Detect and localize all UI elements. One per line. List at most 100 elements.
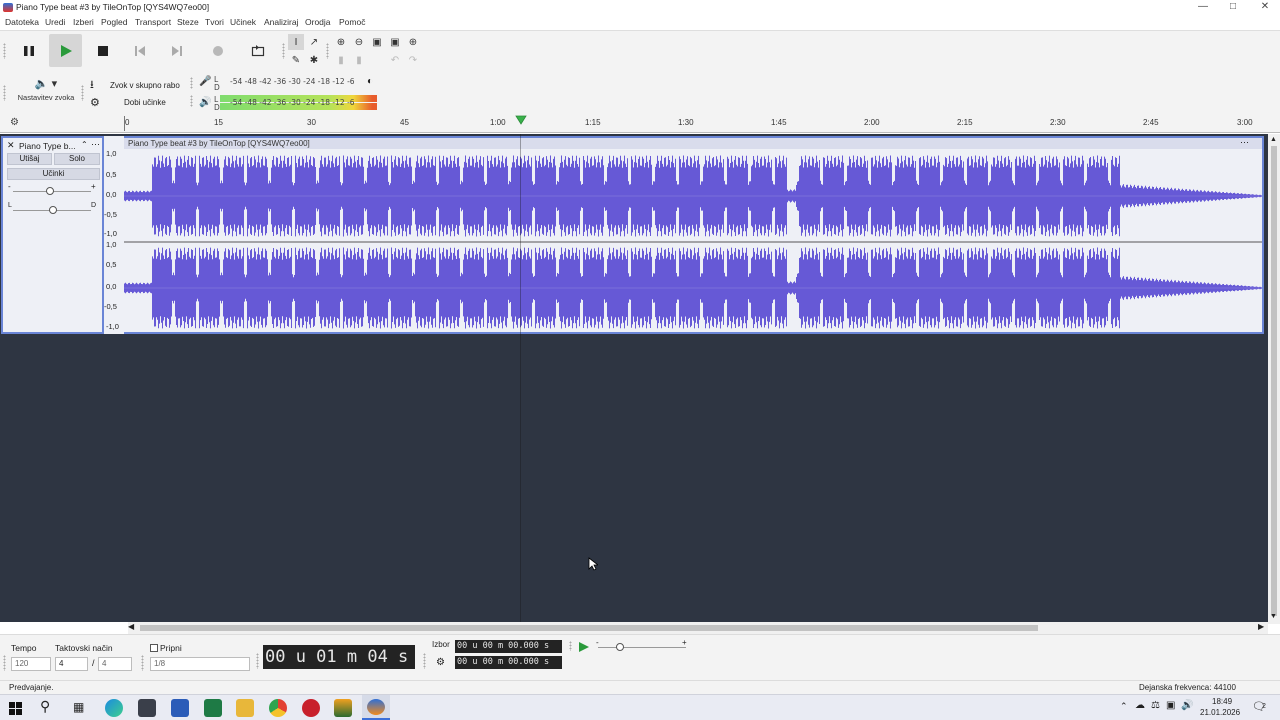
fit-project-button[interactable]: ▣ [387, 34, 403, 50]
effects-button[interactable]: Učinki [7, 168, 100, 180]
tray-chevron-icon[interactable]: ⌃ [1120, 701, 1128, 712]
meter-denominator-select[interactable]: 4 [98, 657, 132, 671]
task-view-icon[interactable]: ▦ [73, 700, 84, 714]
toolbar-grip[interactable] [423, 653, 426, 669]
gear-icon[interactable]: ⚙ [10, 117, 19, 128]
track-menu-icon[interactable]: ⋯ [91, 139, 100, 150]
audio-setup-button[interactable]: 🔈 ▾ Nastavitev zvoka [11, 77, 81, 111]
clock-time[interactable]: 18:49 [1212, 697, 1232, 706]
record-meter-scale[interactable]: -54 -48 -42 -36 -30 -24 -18 -12 -6 [230, 77, 355, 86]
play-at-speed-icon[interactable] [578, 641, 590, 653]
zoom-in-button[interactable]: ⊕ [333, 34, 349, 50]
pause-button[interactable] [12, 34, 45, 67]
silence-button[interactable]: ▮ [351, 52, 367, 68]
close-button[interactable]: ✕ [1250, 0, 1280, 15]
time-display[interactable]: 00 u 01 m 04 s [263, 645, 415, 669]
scroll-up-icon[interactable]: ▲ [1270, 136, 1277, 143]
play-meter-scale[interactable]: -54 -48 -42 -36 -30 -24 -18 -12 -6 [230, 98, 355, 107]
track-control-panel[interactable]: ✕ Piano Type b... ⌃ ⋯ Utišaj Solo Učinki… [1, 136, 104, 334]
maximize-button[interactable]: □ [1218, 0, 1248, 15]
envelope-tool[interactable]: ↗ [306, 34, 322, 50]
menu-transport[interactable]: Transport [135, 17, 171, 27]
toolbar-grip[interactable] [569, 641, 572, 651]
timeline-ruler[interactable]: ⚙ 0 15 30 45 1:00 1:15 1:30 1:45 2:00 2:… [0, 114, 1280, 133]
toolbar-grip[interactable] [3, 43, 6, 59]
playback-speed-thumb[interactable] [616, 643, 624, 651]
toolbar-grip[interactable] [326, 43, 329, 59]
waveform[interactable] [124, 138, 1262, 332]
playback-speed-slider[interactable] [598, 647, 686, 648]
vertical-scrollbar[interactable]: ▲ ▼ [1268, 134, 1280, 624]
menu-izberi[interactable]: Izberi [73, 17, 94, 27]
mute-button[interactable]: Utišaj [7, 153, 52, 165]
loop-button[interactable] [241, 34, 274, 67]
collapse-icon[interactable]: ⌃ [81, 140, 88, 149]
network-icon[interactable]: ▣ [1166, 700, 1175, 711]
record-meter-menu-icon[interactable]: ◐ [367, 76, 373, 87]
fit-selection-button[interactable]: ▣ [369, 34, 385, 50]
selection-settings-icon[interactable]: ⚙ [436, 657, 445, 668]
vertical-scale[interactable]: 1,0 0,5 0,0 -0,5 -1,0 1,0 0,5 0,0 -0,5 -… [104, 136, 124, 334]
skip-end-button[interactable] [160, 34, 193, 67]
toolbar-grip[interactable] [81, 85, 84, 101]
selection-tool[interactable]: I [288, 34, 304, 50]
record-button[interactable] [201, 34, 234, 67]
toolbar-grip[interactable] [256, 653, 259, 669]
selection-start-display[interactable]: 00 u 00 m 00.000 s [455, 640, 562, 653]
horizontal-scrollbar[interactable]: ◀ ▶ [128, 622, 1268, 634]
audio-clip[interactable]: Piano Type beat #3 by TileOnTop [QYS4WQ7… [124, 136, 1264, 334]
word-icon[interactable] [171, 699, 189, 717]
snap-select[interactable]: 1/8 [150, 657, 250, 671]
security-icon[interactable]: ⚖ [1151, 700, 1160, 711]
play-button[interactable] [49, 34, 82, 67]
search-icon[interactable]: ⚲ [40, 698, 50, 715]
menu-datoteka[interactable]: Datoteka [5, 17, 39, 27]
menu-orodja[interactable]: Orodja [305, 17, 331, 27]
cloud-icon[interactable]: ☁ [1135, 700, 1145, 711]
tempo-input[interactable]: 120 [11, 657, 51, 671]
skip-start-button[interactable] [123, 34, 156, 67]
windows-start-icon[interactable] [9, 702, 22, 715]
playback-speaker-icon[interactable]: 🔊 [199, 97, 211, 108]
scroll-right-icon[interactable]: ▶ [1258, 622, 1264, 631]
excel-icon[interactable] [204, 699, 222, 717]
volume-icon[interactable]: 🔊 [1181, 700, 1193, 711]
undo-button[interactable]: ↶ [387, 52, 403, 68]
toolbar-grip[interactable] [3, 85, 6, 101]
clock-date[interactable]: 21.01.2026 [1200, 708, 1240, 717]
snap-checkbox[interactable] [150, 644, 158, 652]
toolbar-grip[interactable] [190, 95, 193, 107]
menu-steze[interactable]: Steze [177, 17, 199, 27]
file-explorer-icon[interactable] [236, 699, 254, 717]
trim-button[interactable]: ▮ [333, 52, 349, 68]
app-icon[interactable] [334, 699, 352, 717]
stop-button[interactable] [86, 34, 119, 67]
zoom-toggle-button[interactable]: ⊕ [405, 34, 421, 50]
menu-analiziraj[interactable]: Analiziraj [264, 17, 299, 27]
microphone-icon[interactable]: 🎤 [199, 76, 211, 87]
menu-tvori[interactable]: Tvori [205, 17, 224, 27]
track-name[interactable]: Piano Type b... [19, 141, 76, 151]
opera-icon[interactable] [302, 699, 320, 717]
minimize-button[interactable]: — [1188, 0, 1218, 15]
menu-pomoc[interactable]: Pomoč [339, 17, 365, 27]
zoom-out-button[interactable]: ⊖ [351, 34, 367, 50]
multi-tool[interactable]: ✱ [306, 52, 322, 68]
toolbar-grip[interactable] [190, 77, 193, 89]
solo-button[interactable]: Solo [54, 153, 100, 165]
toolbar-grip[interactable] [282, 43, 285, 59]
toolbar-grip[interactable] [141, 655, 144, 671]
meter-numerator-input[interactable]: 4 [55, 657, 88, 671]
audacity-taskbar-button[interactable] [362, 695, 390, 720]
toolbar-grip[interactable] [3, 655, 6, 671]
gain-slider-thumb[interactable] [46, 187, 54, 195]
close-track-icon[interactable]: ✕ [7, 140, 15, 151]
chrome-icon[interactable] [269, 699, 287, 717]
scroll-down-icon[interactable]: ▼ [1270, 613, 1277, 620]
redo-button[interactable]: ↷ [405, 52, 421, 68]
scroll-left-icon[interactable]: ◀ [128, 622, 134, 631]
share-audio-button[interactable]: ⭳ Zvok v skupno rabo [90, 77, 186, 93]
menu-uredi[interactable]: Uredi [45, 17, 65, 27]
menu-pogled[interactable]: Pogled [101, 17, 127, 27]
pan-slider-thumb[interactable] [49, 206, 57, 214]
